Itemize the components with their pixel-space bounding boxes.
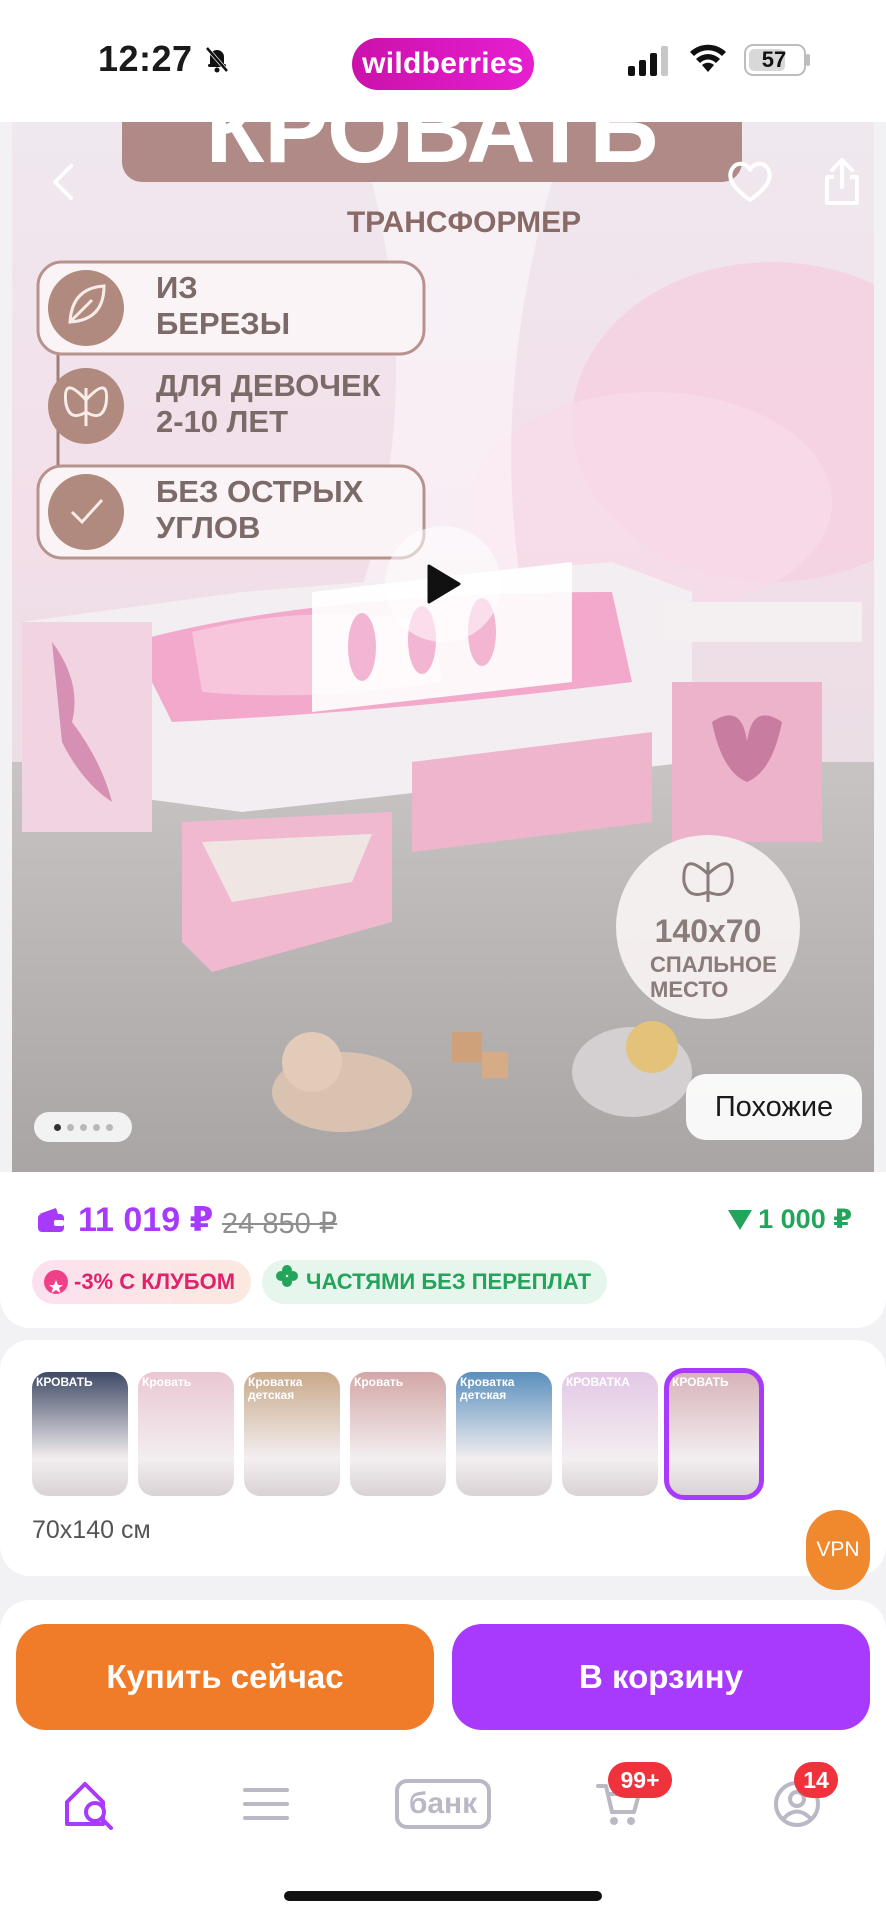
variant-thumbnail-title: КРОВАТКА (566, 1375, 630, 1389)
pagination-dot (92, 1123, 100, 1131)
bank-label: банк (394, 1779, 492, 1829)
variant-thumbnail-title: КРОВАТЬ (672, 1375, 729, 1389)
battery-indicator: 57 (744, 44, 806, 76)
svg-text:БЕРЕЗЫ: БЕРЕЗЫ (156, 306, 290, 341)
svg-text:СПАЛЬНОЕ: СПАЛЬНОЕ (650, 952, 777, 977)
chevron-left-icon (53, 164, 73, 200)
status-bar: 12:27 wildberries 57 (0, 0, 886, 122)
product-photo: КРОВАТЬ ТРАНСФОРМЕР ИЗ БЕРЕЗЫ ДЛЯ ДЕВОЧЕ… (12, 122, 874, 1172)
tab-catalog[interactable] (231, 1774, 301, 1834)
svg-text:БЕЗ ОСТРЫХ: БЕЗ ОСТРЫХ (156, 474, 364, 509)
wifi-icon (688, 42, 728, 74)
home-search-icon (65, 1782, 113, 1830)
svg-text:ДЛЯ ДЕВОЧЕК: ДЛЯ ДЕВОЧЕК (156, 368, 381, 403)
favorite-button[interactable] (720, 152, 780, 212)
club-discount-badge[interactable]: -3% С КЛУБОМ (32, 1260, 252, 1304)
variant-thumbnail-title: Кроватка детская (460, 1375, 515, 1402)
cellular-signal-icon (628, 46, 672, 76)
cashback-value: 1 000 ₽ (758, 1204, 852, 1234)
svg-text:УГЛОВ: УГЛОВ (156, 510, 260, 545)
menu-icon (243, 1788, 289, 1820)
variant-thumbnail[interactable]: Кроватка детская (456, 1372, 552, 1496)
tab-profile[interactable]: 14 (762, 1762, 838, 1834)
installments-label: ЧАСТЯМИ БЕЗ ПЕРЕПЛАТ (306, 1269, 592, 1294)
star-icon (44, 1270, 68, 1294)
tab-home-search[interactable] (54, 1774, 124, 1834)
club-discount-label: -3% С КЛУБОМ (74, 1269, 236, 1294)
price-card: 11 019 ₽ 24 850 ₽ 1 000 ₽ -3% С КЛУБОМ Ч… (0, 1172, 886, 1328)
cashback-amount: 1 000 ₽ (728, 1204, 852, 1235)
variant-thumbnail[interactable]: Кровать (138, 1372, 234, 1496)
pagination-dot (79, 1123, 87, 1131)
variant-thumbnail[interactable]: Кроватка детская (244, 1372, 340, 1496)
buy-now-button[interactable]: Купить сейчас (16, 1624, 434, 1730)
variant-thumbnail-title: Кровать (142, 1375, 192, 1389)
home-indicator (284, 1891, 602, 1901)
svg-text:2-10 ЛЕТ: 2-10 ЛЕТ (156, 404, 288, 439)
profile-notification-badge: 14 (794, 1762, 838, 1798)
tab-bank[interactable]: банк (386, 1774, 500, 1834)
back-button[interactable] (34, 152, 94, 212)
down-arrow-icon (728, 1209, 753, 1230)
current-price: 11 019 ₽ (78, 1201, 214, 1239)
vpn-floating-button[interactable]: VPN (806, 1510, 870, 1590)
share-button[interactable] (812, 152, 872, 212)
product-image-carousel[interactable]: КРОВАТЬ ТРАНСФОРМЕР ИЗ БЕРЕЗЫ ДЛЯ ДЕВОЧЕ… (12, 122, 874, 1172)
pagination-dot (53, 1123, 61, 1131)
cart-count-badge: 99+ (608, 1762, 672, 1798)
battery-tip (806, 54, 810, 66)
similar-products-button[interactable]: Похожие (686, 1074, 862, 1140)
carousel-pagination (34, 1112, 132, 1142)
variant-thumbnail[interactable]: Кровать (350, 1372, 446, 1496)
clover-icon (274, 1260, 300, 1304)
variant-thumbnails: КРОВАТЬ Кровать Кроватка детская Кровать Кро… (32, 1368, 764, 1500)
heart-icon (728, 161, 772, 202)
play-video-button[interactable] (385, 526, 501, 642)
tab-cart[interactable]: 99+ (584, 1762, 672, 1834)
share-icon (825, 158, 859, 205)
svg-text:МЕСТО: МЕСТО (650, 977, 728, 1002)
banner-subtitle: ТРАНСФОРМЕР (347, 206, 581, 239)
brand-logo: wildberries (352, 38, 534, 90)
svg-text:ИЗ: ИЗ (156, 270, 198, 305)
play-icon (427, 564, 461, 604)
battery-percent: 57 (761, 47, 787, 72)
add-to-cart-button[interactable]: В корзину (452, 1624, 870, 1730)
action-bar: Купить сейчас В корзину (0, 1600, 886, 1744)
pagination-dot (66, 1123, 74, 1131)
wallet-icon (36, 1206, 66, 1234)
variant-thumbnail-title: КРОВАТЬ (36, 1375, 93, 1389)
pagination-dot (105, 1123, 113, 1131)
variant-thumbnail[interactable]: КРОВАТЬ (664, 1368, 764, 1500)
status-time: 12:27 (98, 38, 193, 79)
muted-bell-icon (202, 44, 232, 74)
variant-thumbnail-title: Кроватка детская (248, 1375, 303, 1402)
variants-card: КРОВАТЬ Кровать Кроватка детская Кровать Кро… (0, 1340, 886, 1576)
size-label: 70x140 см (32, 1516, 151, 1544)
product-screen: 12:27 wildberries 57 КРОВАТЬ ТРАНСФОРМЕР… (0, 0, 886, 1920)
variant-thumbnail[interactable]: КРОВАТЬ (32, 1372, 128, 1496)
banner-title: КРОВАТЬ (206, 122, 659, 183)
installments-badge[interactable]: ЧАСТЯМИ БЕЗ ПЕРЕПЛАТ (262, 1260, 608, 1304)
size-badge-value: 140x70 (655, 913, 762, 949)
variant-thumbnail-title: Кровать (354, 1375, 404, 1389)
variant-thumbnail[interactable]: КРОВАТКА (562, 1372, 658, 1496)
old-price: 24 850 ₽ (222, 1208, 338, 1240)
